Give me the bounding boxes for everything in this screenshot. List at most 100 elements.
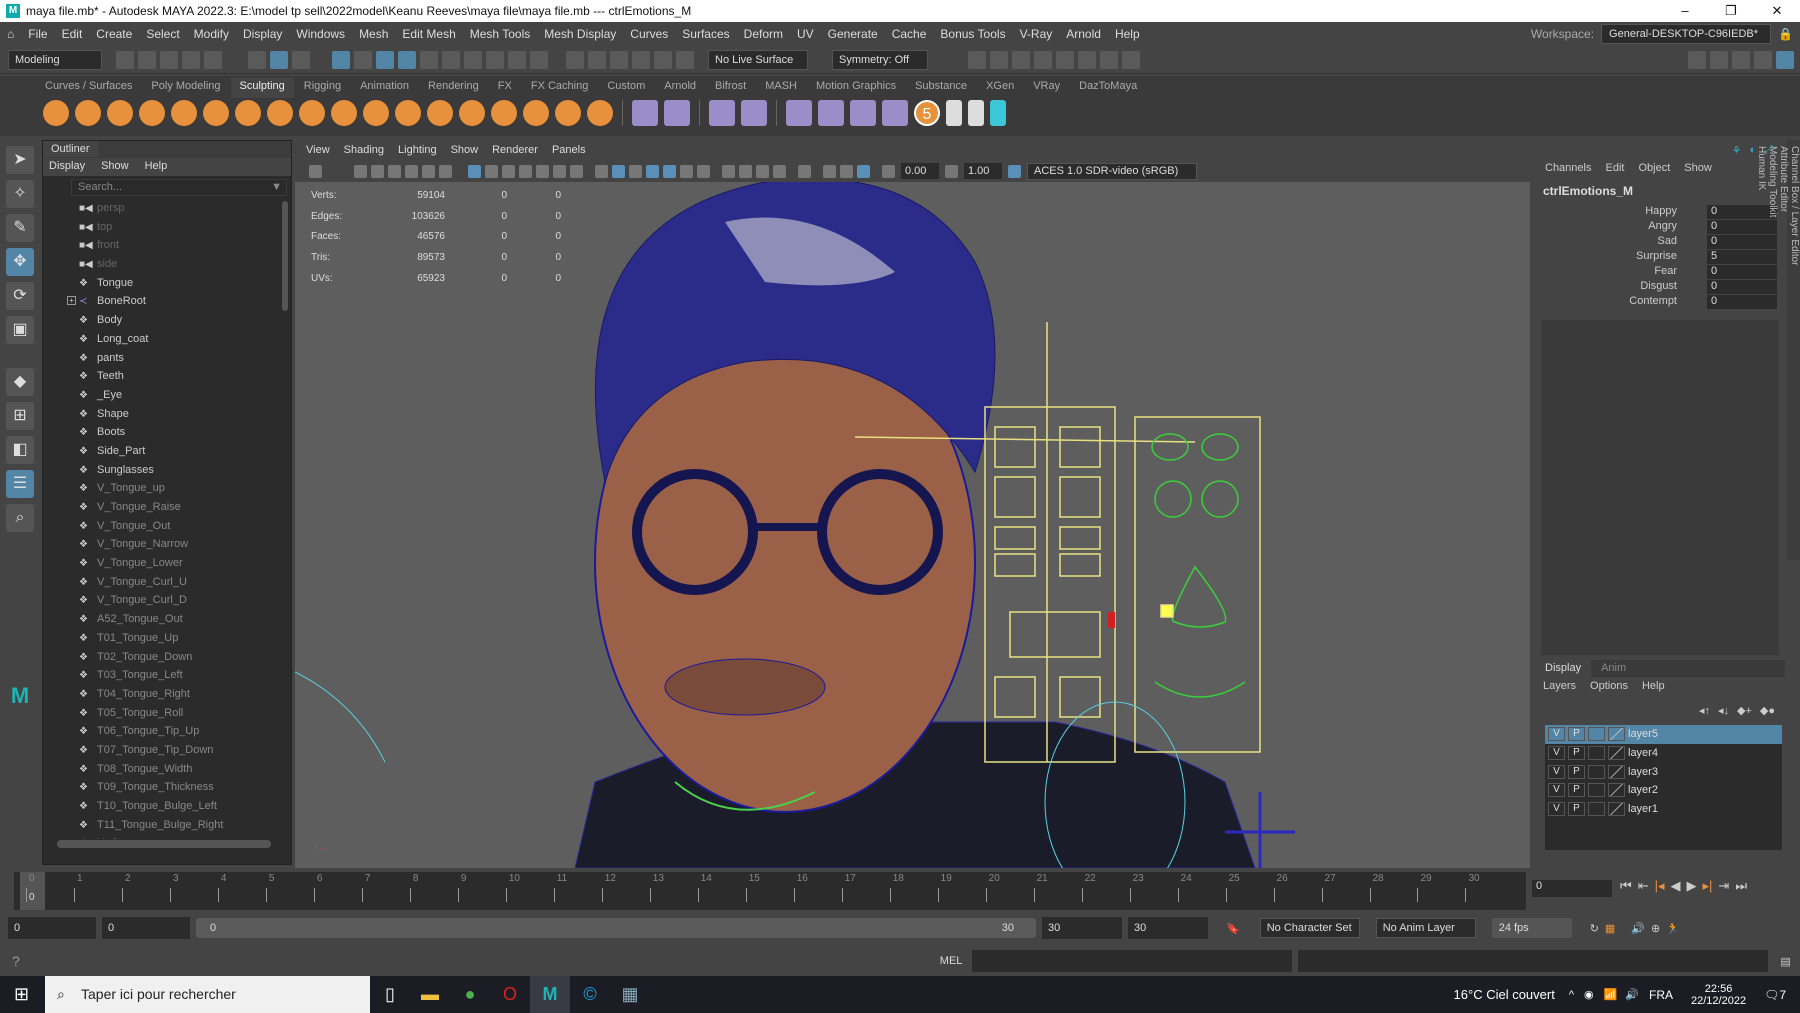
render-sequence-icon[interactable] bbox=[990, 50, 1008, 69]
outliner-item[interactable]: ❖ T02_Tongue_Down bbox=[43, 648, 291, 667]
menu-edit-mesh[interactable]: Edit Mesh bbox=[395, 27, 462, 41]
go-to-end-icon[interactable]: ⏭ bbox=[1735, 878, 1747, 894]
anim-layer-dropdown[interactable]: No Anim Layer bbox=[1375, 918, 1476, 938]
outliner-item[interactable]: ❖ T08_Tongue_Width bbox=[43, 760, 291, 779]
menu-curves[interactable]: Curves bbox=[623, 27, 675, 41]
rotate-tool-icon[interactable]: ⟳ bbox=[6, 282, 34, 310]
tab-anim[interactable]: Anim bbox=[1591, 660, 1636, 677]
playback-end-field[interactable]: 30 bbox=[1042, 917, 1122, 939]
search-tool-icon[interactable]: ⌕ bbox=[6, 504, 34, 532]
sculpt-shelf-tool-19-icon[interactable] bbox=[632, 100, 658, 126]
step-forward-key-icon[interactable]: ⇥ bbox=[1718, 878, 1729, 894]
file-explorer-icon[interactable]: ▬ bbox=[410, 976, 450, 1013]
outliner-item[interactable]: ❖ Teeth bbox=[43, 367, 291, 386]
sculpt-shelf-tool-6-icon[interactable] bbox=[203, 100, 229, 126]
menu-mesh[interactable]: Mesh bbox=[352, 27, 395, 41]
highlight-selection-icon[interactable] bbox=[530, 50, 548, 69]
layer-row[interactable]: V Player2 bbox=[1545, 781, 1782, 800]
image-plane-icon[interactable] bbox=[388, 164, 401, 178]
tray-chevron-icon[interactable]: ^ bbox=[1569, 989, 1574, 1001]
outliner-item[interactable]: ■◀ top bbox=[43, 218, 291, 237]
menu-deform[interactable]: Deform bbox=[737, 27, 790, 41]
tab-display[interactable]: Display bbox=[1535, 660, 1592, 677]
sculpt-shelf-tool-3-icon[interactable] bbox=[107, 100, 133, 126]
side-tab-channel-box[interactable]: Channel Box / Layer Editor bbox=[1789, 140, 1800, 560]
viewport-panel[interactable]: View Shading Lighting Show Renderer Panels 0.… bbox=[295, 142, 1530, 868]
side-tab-modeling-toolkit[interactable]: Modeling Toolkit bbox=[1767, 140, 1778, 560]
snap-surface-icon[interactable] bbox=[420, 50, 438, 69]
field-chart-icon[interactable] bbox=[536, 164, 549, 178]
channel-menu-object[interactable]: Object bbox=[1638, 162, 1670, 174]
menu-mesh-tools[interactable]: Mesh Tools bbox=[463, 27, 537, 41]
menu-file[interactable]: File bbox=[21, 27, 54, 41]
workspace-dropdown[interactable]: General-DESKTOP-C96IEDB* bbox=[1601, 24, 1772, 44]
lasso-tool-icon[interactable]: ✧ bbox=[6, 180, 34, 208]
color-space-dropdown[interactable]: ACES 1.0 SDR-video (sRGB) bbox=[1027, 162, 1197, 180]
channel-row-disgust[interactable]: Disgust 0 bbox=[1535, 280, 1785, 295]
maximize-button[interactable]: ❐ bbox=[1708, 0, 1754, 22]
symmetry-dropdown[interactable]: Symmetry: Off bbox=[832, 49, 928, 70]
menu-uv[interactable]: UV bbox=[790, 27, 821, 41]
lights-icon[interactable] bbox=[680, 164, 693, 178]
smooth-shade-icon[interactable] bbox=[612, 164, 625, 178]
sculpt-shelf-tool-28-icon[interactable] bbox=[946, 100, 962, 126]
isolate-select-icon[interactable] bbox=[798, 164, 811, 178]
outliner-layout-icon[interactable]: ☰ bbox=[6, 470, 34, 498]
layers-menu[interactable]: Layers bbox=[1543, 680, 1576, 692]
help-icon[interactable] bbox=[486, 50, 504, 69]
channel-menu-channels[interactable]: Channels bbox=[1545, 162, 1591, 174]
channel-menu-edit[interactable]: Edit bbox=[1605, 162, 1624, 174]
fps-dropdown[interactable]: 24 fps bbox=[1491, 918, 1572, 938]
select-component-icon[interactable] bbox=[292, 50, 310, 69]
ipr-render-icon[interactable] bbox=[1012, 50, 1030, 69]
render-view-icon[interactable] bbox=[1078, 50, 1096, 69]
channel-row-angry[interactable]: Angry 0 bbox=[1535, 220, 1785, 235]
human-ik-icon[interactable] bbox=[1710, 50, 1728, 69]
outliner-menu-show[interactable]: Show bbox=[101, 160, 129, 174]
opera-icon[interactable]: O bbox=[490, 976, 530, 1013]
modeling-toolkit-icon[interactable] bbox=[1688, 50, 1706, 69]
viewport-menu-shading[interactable]: Shading bbox=[339, 144, 389, 158]
outliner-item[interactable]: ❖ V_Tongue_Curl_U bbox=[43, 573, 291, 592]
wireframe-on-shaded-icon[interactable] bbox=[646, 164, 659, 178]
select-hierarchy-icon[interactable] bbox=[248, 50, 266, 69]
xray-icon[interactable] bbox=[823, 164, 836, 178]
outliner-h-scrollbar[interactable] bbox=[57, 840, 271, 848]
reference-toggle[interactable] bbox=[1588, 764, 1605, 779]
sculpt-shelf-tool-8-icon[interactable] bbox=[267, 100, 293, 126]
sculpt-shelf-tool-7-icon[interactable] bbox=[235, 100, 261, 126]
loop-icon[interactable]: ↻ bbox=[1590, 922, 1599, 935]
outliner-item[interactable]: ❖ T10_Tongue_Bulge_Left bbox=[43, 797, 291, 816]
outliner-item[interactable]: ❖ Shape bbox=[43, 405, 291, 424]
sculpt-shelf-tool-13-icon[interactable] bbox=[427, 100, 453, 126]
two-view-icon[interactable]: ◧ bbox=[6, 436, 34, 464]
volume-icon[interactable]: 🔊 bbox=[1625, 988, 1639, 1001]
shelf-tab-mash[interactable]: MASH bbox=[756, 78, 807, 98]
render-setup-icon[interactable] bbox=[1100, 50, 1118, 69]
camera-attr-icon[interactable] bbox=[354, 164, 367, 178]
gate-mask-icon[interactable] bbox=[519, 164, 532, 178]
step-back-frame-icon[interactable]: |◂ bbox=[1655, 878, 1665, 894]
tray-record-icon[interactable]: ◉ bbox=[1584, 988, 1594, 1001]
cache-playback-icon[interactable]: ▦ bbox=[1605, 922, 1615, 935]
channel-row-fear[interactable]: Fear 0 bbox=[1535, 265, 1785, 280]
gamma-icon[interactable] bbox=[945, 164, 958, 178]
outliner-item[interactable]: ❖ T11_Tongue_Bulge_Right bbox=[43, 816, 291, 835]
layer-row[interactable]: V Player3 bbox=[1545, 762, 1782, 781]
viewport-menu-lighting[interactable]: Lighting bbox=[393, 144, 442, 158]
maya-taskbar-icon[interactable]: M bbox=[530, 976, 570, 1013]
node-graph-icon[interactable]: ⚘ bbox=[1732, 144, 1742, 157]
options-menu[interactable]: Options bbox=[1590, 680, 1628, 692]
shelf-tab-poly-modeling[interactable]: Poly Modeling bbox=[142, 78, 231, 98]
channel-row-contempt[interactable]: Contempt 0 bbox=[1535, 295, 1785, 310]
shelf-tab-sculpting[interactable]: Sculpting bbox=[230, 78, 295, 98]
outliner-item[interactable]: ❖ Boots bbox=[43, 423, 291, 442]
outliner-item[interactable]: ❖ V_Tongue_Out bbox=[43, 517, 291, 536]
outliner-item[interactable]: ❖ V_Tongue_Narrow bbox=[43, 535, 291, 554]
sculpt-shelf-tool-12-icon[interactable] bbox=[395, 100, 421, 126]
bookmark-add-icon[interactable]: 🔖 bbox=[1226, 922, 1240, 935]
task-view-icon[interactable]: ▯ bbox=[370, 976, 410, 1013]
sculpt-shelf-tool-1-icon[interactable] bbox=[43, 100, 69, 126]
script-editor-icon[interactable]: ▤ bbox=[1780, 955, 1790, 968]
close-button[interactable]: ✕ bbox=[1754, 0, 1800, 22]
